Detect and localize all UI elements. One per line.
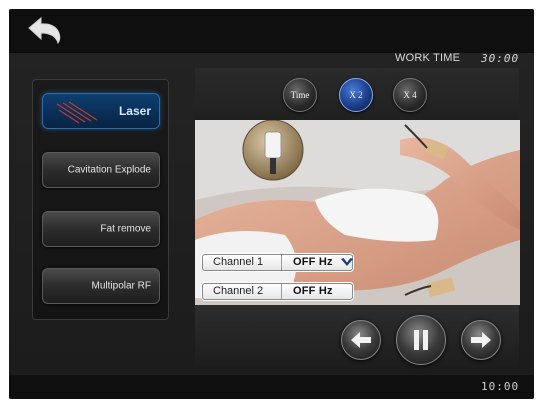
back-arrow-icon — [28, 16, 61, 45]
left-arrow-icon — [351, 332, 371, 348]
mode-label-cavitation-explode: Cavitation Explode — [67, 164, 151, 176]
mode-label-laser: Laser — [118, 104, 151, 118]
mode-button-fat-remove[interactable]: Fat remove — [42, 211, 160, 247]
channel-2-label: Channel 2 — [213, 285, 264, 297]
x4-button-label: X 4 — [403, 90, 417, 100]
time-button-label: Time — [290, 90, 310, 100]
channel-2-row: Channel 2 OFF Hz — [202, 283, 353, 300]
clock: 10:00 — [481, 380, 520, 393]
previous-button[interactable] — [341, 320, 381, 360]
laser-icon — [56, 101, 98, 124]
work-time-value: 30:00 — [481, 52, 520, 65]
back-button[interactable] — [21, 13, 69, 47]
work-time-label: WORK TIME — [395, 52, 461, 64]
channel-2-value: OFF Hz — [293, 285, 333, 297]
channel-1-value: OFF Hz — [293, 256, 333, 268]
right-arrow-icon — [471, 332, 491, 348]
next-button[interactable] — [461, 320, 501, 360]
channel-dropdown-button[interactable] — [339, 255, 355, 270]
mode-label-multipolar-rf: Multipolar RF — [91, 280, 151, 292]
x2-button-label: X 2 — [349, 90, 363, 100]
channel-1-label: Channel 1 — [213, 256, 264, 268]
mode-sidebar: Laser Cavitation Explode Fat remove Mult… — [32, 79, 169, 320]
channel-separator — [281, 284, 282, 299]
channel-1-row: Channel 1 OFF Hz — [202, 254, 353, 271]
treatment-image — [195, 120, 520, 305]
chevron-down-icon — [341, 258, 353, 266]
pause-button[interactable] — [396, 315, 446, 365]
mode-button-laser[interactable]: Laser — [42, 93, 160, 129]
x2-button[interactable]: X 2 — [339, 78, 373, 112]
x4-button[interactable]: X 4 — [393, 78, 427, 112]
body-illustration — [195, 120, 520, 305]
mode-button-cavitation-explode[interactable]: Cavitation Explode — [42, 152, 160, 188]
device-screen: WORK TIME 30:00 Laser Cavitation Explode… — [9, 9, 534, 399]
time-button[interactable]: Time — [283, 78, 317, 112]
mode-button-multipolar-rf[interactable]: Multipolar RF — [42, 268, 160, 304]
pause-icon — [414, 330, 428, 350]
mode-label-fat-remove: Fat remove — [100, 223, 151, 235]
channel-separator — [281, 255, 282, 270]
